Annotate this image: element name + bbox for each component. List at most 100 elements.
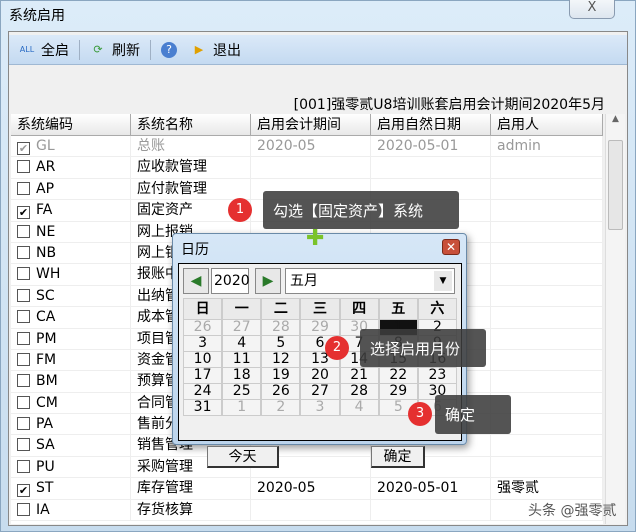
table-row[interactable]: ✔ ST 库存管理 2020-05 2020-05-01 强零贰 <box>11 478 603 500</box>
next-year-button[interactable]: ▶ <box>255 268 281 294</box>
table-header: 系统编码 系统名称 启用会计期间 启用自然日期 启用人 <box>11 114 603 136</box>
enable-checkbox[interactable] <box>17 395 30 409</box>
day-cell[interactable]: 29 <box>300 320 340 336</box>
enable-checkbox[interactable] <box>17 224 30 238</box>
day-cell[interactable]: 18 <box>222 368 262 384</box>
cell-user <box>491 456 603 478</box>
day-cell[interactable]: 29 <box>378 384 418 400</box>
col-user[interactable]: 启用人 <box>491 114 603 135</box>
day-cell[interactable]: 4 <box>339 400 379 416</box>
enable-checkbox[interactable] <box>17 181 30 195</box>
system-code: SC <box>36 287 55 304</box>
exit-button[interactable]: ▶ 退出 <box>187 40 245 60</box>
cell-period <box>251 499 371 521</box>
enable-checkbox[interactable] <box>17 331 30 345</box>
day-cell[interactable]: 26 <box>261 384 301 400</box>
cell-code: ✔ GL <box>11 136 131 157</box>
help-icon: ? <box>161 41 177 58</box>
day-cell[interactable]: 23 <box>417 368 457 384</box>
cell-name: 总账 <box>131 136 251 157</box>
day-cell[interactable]: 28 <box>339 384 379 400</box>
system-code: IA <box>36 501 50 518</box>
enable-checkbox[interactable] <box>17 245 30 259</box>
day-cell[interactable]: 22 <box>378 368 418 384</box>
toolbar: ALL 全启 ⟳ 刷新 ? ▶ 退出 <box>9 35 627 65</box>
enable-checkbox[interactable] <box>17 374 30 388</box>
month-value: 五月 <box>290 273 318 289</box>
prev-year-button[interactable]: ◀ <box>183 268 209 294</box>
exit-door-icon: ▶ <box>194 42 204 56</box>
table-row[interactable]: PU 采购管理 <box>11 456 603 479</box>
cell-period: 2020-05 <box>251 136 371 157</box>
cell-code: IA <box>11 499 131 521</box>
calendar-close-button[interactable]: ✕ <box>442 239 460 255</box>
enable-all-button[interactable]: ALL 全启 <box>15 40 73 60</box>
day-cell[interactable]: 27 <box>222 320 262 336</box>
system-code: ST <box>36 480 54 497</box>
enable-checkbox[interactable]: ✔ <box>17 206 30 220</box>
day-cell[interactable]: 5 <box>261 336 301 352</box>
col-period[interactable]: 启用会计期间 <box>251 114 371 135</box>
enable-checkbox[interactable] <box>17 417 30 431</box>
cell-code: SC <box>11 285 131 307</box>
enable-checkbox[interactable] <box>17 352 30 366</box>
scroll-up-icon[interactable]: ▲ <box>606 114 625 124</box>
enable-checkbox[interactable]: ✔ <box>17 142 30 155</box>
cell-user <box>491 242 603 264</box>
day-cell[interactable]: 21 <box>339 368 379 384</box>
today-button[interactable]: 今天 <box>207 446 279 468</box>
enable-checkbox[interactable] <box>17 438 30 452</box>
day-cell[interactable]: 2 <box>261 400 301 416</box>
day-cell[interactable]: 28 <box>261 320 301 336</box>
day-cell[interactable]: 12 <box>261 352 301 368</box>
scroll-thumb[interactable] <box>608 140 623 230</box>
day-cell[interactable]: 1 <box>222 400 262 416</box>
cell-code: CA <box>11 307 131 328</box>
day-cell[interactable]: 11 <box>222 352 262 368</box>
table-row[interactable]: ✔ GL 总账 2020-05 2020-05-01 admin <box>11 136 603 158</box>
day-cell[interactable]: 24 <box>183 384 223 400</box>
cell-period: 2020-05 <box>251 478 371 499</box>
table-row[interactable]: IA 存货核算 <box>11 499 603 522</box>
day-cell[interactable]: 31 <box>183 400 223 416</box>
cell-code: ✔ ST <box>11 478 131 499</box>
refresh-button[interactable]: ⟳ 刷新 <box>86 40 144 60</box>
day-cell[interactable]: 3 <box>183 336 223 352</box>
enable-checkbox[interactable] <box>17 310 30 324</box>
day-cell[interactable]: 10 <box>183 352 223 368</box>
enable-checkbox[interactable] <box>17 267 30 281</box>
col-name[interactable]: 系统名称 <box>131 114 251 135</box>
callout-3-badge: 3 <box>408 402 432 426</box>
cell-date: 2020-05-01 <box>371 136 491 157</box>
enable-checkbox[interactable] <box>17 160 30 174</box>
enable-checkbox[interactable] <box>17 288 30 302</box>
cell-code: AR <box>11 157 131 178</box>
month-select[interactable]: 五月 ▼ <box>285 268 455 294</box>
day-cell[interactable]: 26 <box>183 320 223 336</box>
ok-button[interactable]: 确定 <box>371 446 425 468</box>
day-cell[interactable]: 27 <box>300 384 340 400</box>
cell-code: CM <box>11 392 131 414</box>
day-cell[interactable]: 20 <box>300 368 340 384</box>
system-code: AP <box>36 180 55 197</box>
enable-checkbox[interactable] <box>17 459 30 473</box>
enable-checkbox[interactable]: ✔ <box>17 484 30 498</box>
day-cell[interactable]: 4 <box>222 336 262 352</box>
col-date[interactable]: 启用自然日期 <box>371 114 491 135</box>
day-cell[interactable]: 25 <box>222 384 262 400</box>
col-code[interactable]: 系统编码 <box>11 114 131 135</box>
cell-code: PA <box>11 414 131 435</box>
weekday-header: 二 <box>261 298 301 320</box>
callout-1-badge: 1 <box>228 198 252 222</box>
system-code: SA <box>36 437 55 454</box>
vertical-scrollbar[interactable]: ▲ <box>605 114 625 524</box>
enable-checkbox[interactable] <box>17 502 30 516</box>
table-row[interactable]: AR 应收款管理 <box>11 157 603 179</box>
chevron-down-icon[interactable]: ▼ <box>434 271 452 291</box>
help-button[interactable]: ? <box>157 41 181 58</box>
day-cell[interactable]: 19 <box>261 368 301 384</box>
day-cell[interactable]: 17 <box>183 368 223 384</box>
day-cell[interactable]: 3 <box>300 400 340 416</box>
year-field[interactable]: 2020 <box>211 268 250 294</box>
close-button[interactable]: X <box>569 0 615 19</box>
